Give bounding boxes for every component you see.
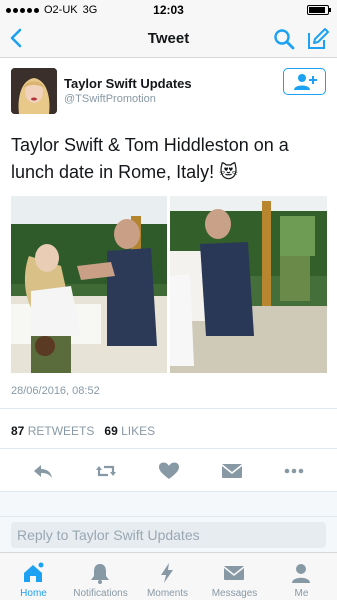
author-name[interactable]: Taylor Swift Updates bbox=[64, 76, 192, 91]
battery-icon bbox=[307, 5, 331, 15]
lightning-icon bbox=[161, 563, 173, 583]
tab-me[interactable]: Me bbox=[268, 553, 335, 600]
retweets-count[interactable]: 87 bbox=[11, 424, 24, 438]
likes-label[interactable]: LIKES bbox=[121, 424, 155, 438]
retweets-label[interactable]: RETWEETS bbox=[28, 424, 95, 438]
tweet-actions bbox=[0, 452, 337, 488]
home-icon bbox=[24, 562, 44, 582]
clock: 12:03 bbox=[153, 3, 184, 17]
tweet-text: Taylor Swift & Tom Hiddleston on a lunch… bbox=[11, 135, 289, 182]
follow-button[interactable] bbox=[283, 68, 326, 95]
tweet-timestamp: 28/06/2016, 08:52 bbox=[11, 385, 100, 397]
divider bbox=[0, 448, 337, 449]
retweet-icon[interactable] bbox=[95, 462, 117, 480]
tab-messages[interactable]: Messages bbox=[201, 553, 268, 600]
add-user-icon bbox=[293, 73, 317, 90]
direct-message-icon[interactable] bbox=[221, 462, 243, 480]
tab-moments[interactable]: Moments bbox=[134, 553, 201, 600]
tab-notifications[interactable]: Notifications bbox=[67, 553, 134, 600]
tab-label: Moments bbox=[146, 588, 189, 599]
tweet-photo-2[interactable] bbox=[170, 196, 327, 373]
more-options-icon[interactable] bbox=[283, 462, 305, 480]
reply-icon[interactable] bbox=[32, 462, 54, 480]
tab-label: Notifications bbox=[73, 588, 128, 599]
status-bar: O2-UK 3G 12:03 bbox=[0, 0, 337, 20]
content-spacer bbox=[0, 492, 337, 516]
likes-count[interactable]: 69 bbox=[104, 424, 117, 438]
reply-input[interactable] bbox=[11, 522, 326, 548]
author-handle[interactable]: @TSwiftPromotion bbox=[64, 93, 156, 105]
tweet-stats: 87 RETWEETS 69 LIKES bbox=[11, 424, 155, 438]
tab-label: Me bbox=[294, 588, 309, 599]
bell-icon bbox=[91, 564, 109, 584]
envelope-icon bbox=[223, 566, 245, 580]
heart-icon[interactable] bbox=[158, 462, 180, 480]
person-icon bbox=[292, 564, 310, 583]
tab-home[interactable]: Home bbox=[0, 553, 67, 600]
compose-icon[interactable] bbox=[306, 27, 330, 51]
avatar[interactable] bbox=[11, 68, 57, 114]
tab-label: Home bbox=[20, 588, 47, 599]
tweet-photo-1[interactable] bbox=[11, 196, 167, 373]
tab-label: Messages bbox=[211, 588, 258, 599]
search-icon[interactable] bbox=[273, 28, 295, 50]
divider bbox=[0, 408, 337, 409]
navigation-bar: Tweet bbox=[0, 20, 337, 58]
tab-bar: Home Notifications Moments Messages Me bbox=[0, 552, 337, 600]
